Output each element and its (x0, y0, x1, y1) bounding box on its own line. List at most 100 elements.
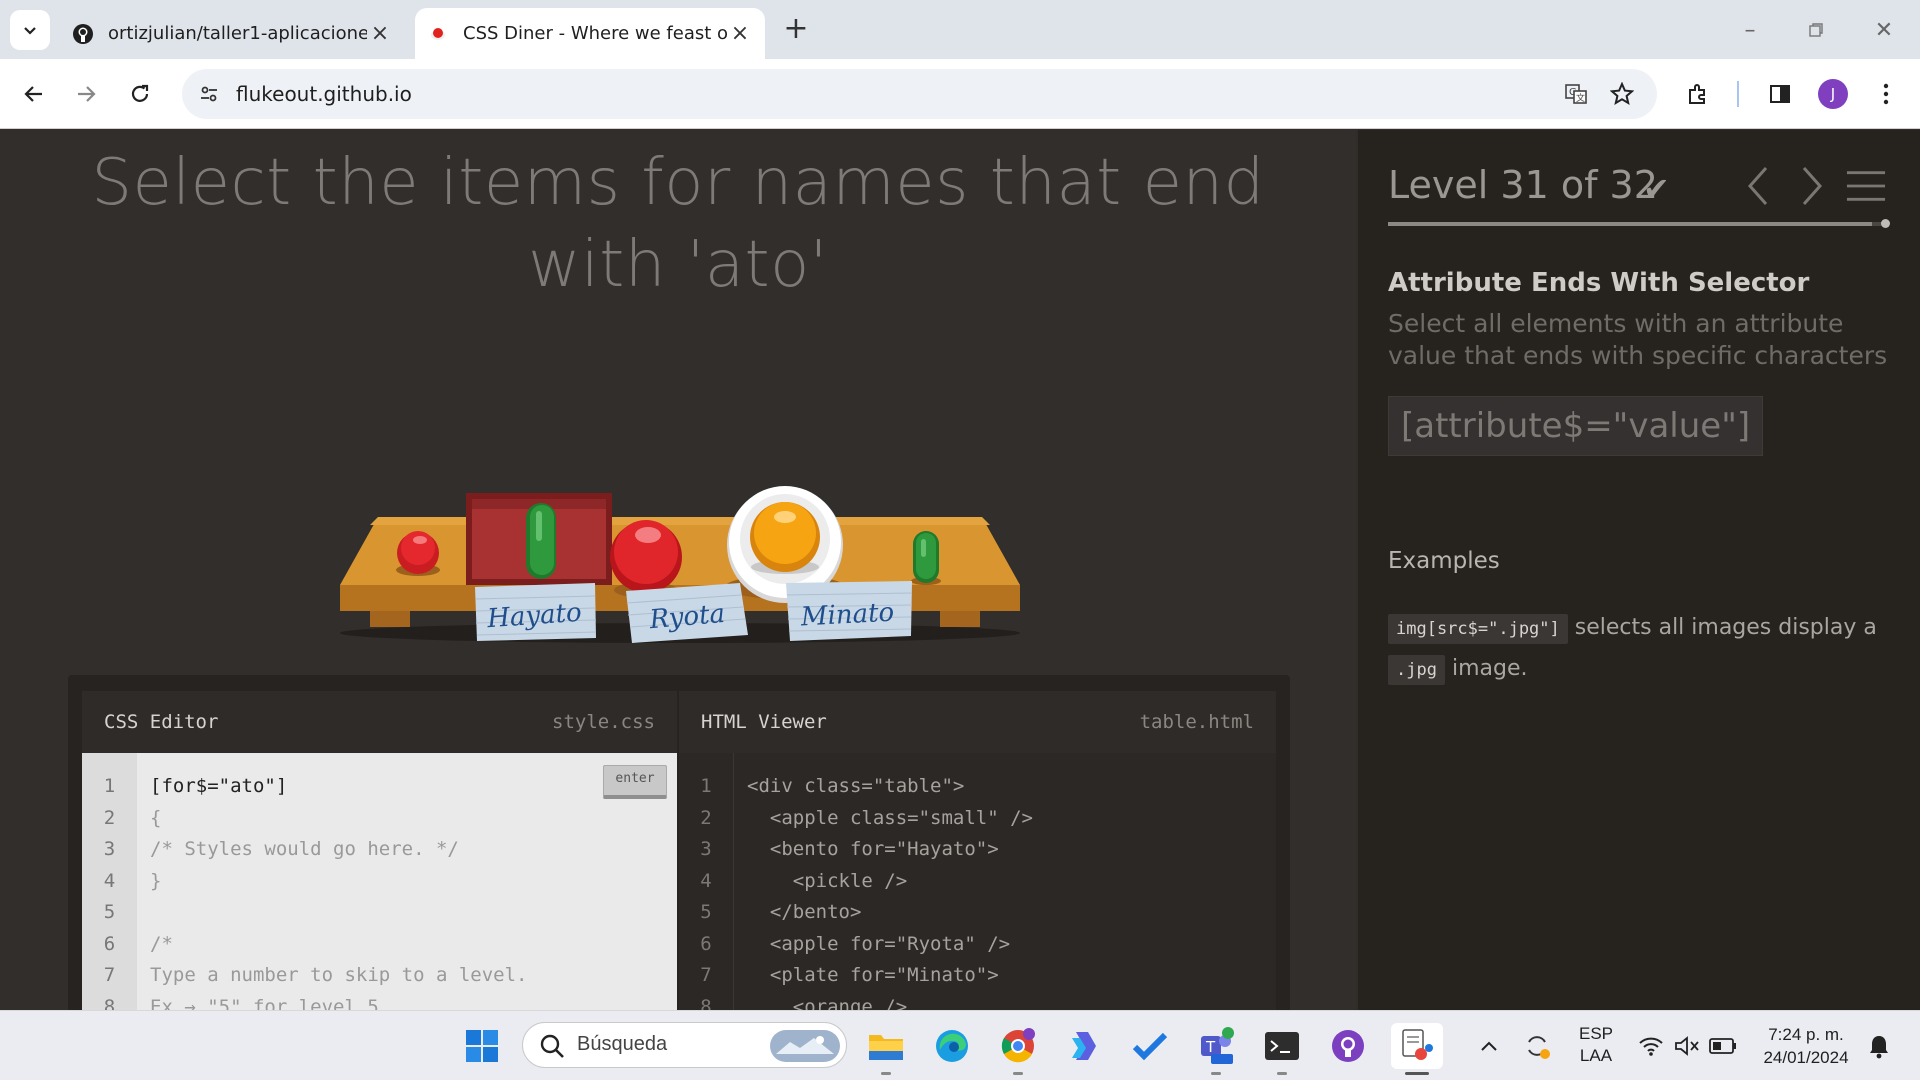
windows-start-icon[interactable] (459, 1023, 505, 1069)
next-level-icon[interactable] (1792, 164, 1832, 208)
name-card-ryota: Ryota (626, 583, 748, 643)
language-code: ESP (1578, 1024, 1614, 1043)
css-diner-page: Select the items for names that end with… (0, 130, 1920, 1010)
html-viewer-header: HTML Viewer table.html (679, 691, 1276, 753)
line-number: 4 (700, 869, 712, 892)
chrome-icon[interactable] (995, 1023, 1041, 1075)
clock[interactable]: 7:24 p. m. 24/01/2024 (1748, 1023, 1864, 1069)
tab-search-button[interactable] (10, 10, 50, 50)
tab-title: CSS Diner - Where we feast on CSS (463, 23, 727, 44)
site-settings-icon[interactable] (196, 81, 222, 107)
notification-bell-icon[interactable] (1856, 1023, 1902, 1069)
html-markup[interactable]: <div class="table"> <apple class="small"… (734, 753, 1276, 1010)
tab-github[interactable]: ortizjulian/taller1-aplicaciones × (60, 8, 405, 59)
address-bar[interactable]: flukeout.github.io G文 (182, 69, 1657, 119)
code-editor: CSS Editor style.css 1 2 3 4 5 6 7 8 [for$="ato… (68, 675, 1290, 1010)
line-number: 3 (700, 838, 712, 860)
html-code-line: <apple for="Ryota" /> (747, 932, 1011, 955)
translate-icon[interactable]: G文 (1562, 80, 1590, 108)
file-explorer-icon[interactable] (863, 1023, 909, 1075)
extensions-icon[interactable] (1678, 74, 1718, 114)
running-indicator (1405, 1072, 1429, 1075)
name-card-label: Minato (799, 598, 895, 633)
level-progress-bar (1388, 219, 1890, 228)
orange[interactable] (750, 502, 820, 574)
reload-icon[interactable] (120, 74, 160, 114)
table-illustration: Hayato Ryota Minato (340, 486, 1020, 643)
taskbar-search[interactable]: Búsqueda (522, 1022, 847, 1068)
close-window-icon[interactable]: ✕ (1864, 12, 1904, 48)
html-code-line: <div class="table"> (747, 775, 965, 797)
close-tab-icon[interactable]: × (727, 21, 753, 47)
selector-description: Select all elements with an attribute va… (1388, 309, 1888, 370)
css-code-line: /* Styles would go here. */ (150, 838, 459, 860)
html-viewer-body: 1 2 3 4 5 6 7 8 <div class="table"> <apple clas… (679, 753, 1276, 1010)
close-tab-icon[interactable]: × (367, 21, 393, 47)
enter-button[interactable]: enter (603, 765, 667, 799)
css-editor-header: CSS Editor style.css (82, 691, 677, 753)
github-desktop-icon[interactable] (1325, 1023, 1371, 1069)
windows-taskbar: Búsqueda T ESP LAA 7:24 p. m. 24/01/2024 (0, 1010, 1920, 1080)
line-number: 7 (103, 964, 116, 986)
forward-icon[interactable] (66, 74, 106, 114)
html-code-line: <bento for="Hayato"> (747, 838, 999, 860)
tab-css-diner[interactable]: CSS Diner - Where we feast on CSS × (415, 8, 765, 59)
todo-icon[interactable] (1127, 1023, 1173, 1069)
minimize-icon[interactable]: – (1730, 12, 1770, 48)
css-editor-title: CSS Editor (104, 711, 219, 733)
pickle[interactable] (526, 503, 556, 579)
line-number: 4 (103, 869, 116, 892)
copilot-icon[interactable] (1061, 1023, 1107, 1069)
back-icon[interactable] (14, 74, 54, 114)
bento-box[interactable] (466, 493, 612, 585)
level-menu-icon[interactable] (1846, 164, 1886, 208)
url-text[interactable]: flukeout.github.io (236, 82, 412, 106)
terminal-icon[interactable] (1259, 1023, 1305, 1075)
search-icon (540, 1034, 564, 1058)
css-code-line: { (150, 806, 162, 829)
line-number: 8 (700, 995, 712, 1011)
sync-icon[interactable] (1514, 1023, 1560, 1069)
apple[interactable] (610, 520, 682, 598)
svg-text:T: T (1205, 1038, 1216, 1056)
running-indicator (1277, 1072, 1287, 1075)
teams-icon[interactable]: T (1193, 1023, 1239, 1075)
level-progress-marker (1881, 219, 1890, 228)
side-panel-icon[interactable] (1760, 74, 1800, 114)
level-progress-fill (1388, 222, 1873, 226)
running-indicator (1013, 1072, 1023, 1075)
chrome-menu-icon[interactable] (1866, 74, 1906, 114)
example-code: .jpg (1388, 655, 1445, 685)
css-code-line: } (150, 869, 162, 892)
css-input[interactable]: [for$="ato"] { /* Styles would go here. */… (137, 753, 677, 1010)
language-indicator[interactable]: ESP LAA (1568, 1023, 1624, 1067)
css-line-numbers: 1 2 3 4 5 6 7 8 (82, 753, 137, 1010)
chevron-up-icon[interactable] (1466, 1023, 1512, 1069)
restore-icon[interactable] (1796, 12, 1836, 48)
browser-tab-strip: ortizjulian/taller1-aplicaciones × CSS D… (0, 0, 1920, 59)
battery-icon[interactable] (1700, 1023, 1746, 1069)
line-number: 5 (700, 901, 712, 923)
browser-toolbar: flukeout.github.io G文 (0, 59, 1920, 129)
pickle-small[interactable] (911, 531, 941, 585)
name-card-hayato: Hayato (475, 583, 597, 641)
html-code-line: <pickle /> (747, 869, 908, 892)
toolbar-divider (1737, 81, 1739, 107)
css-code-line: Ex → "5" for level 5 (150, 995, 379, 1011)
name-card-minato: Minato (786, 581, 913, 641)
github-icon (72, 23, 94, 45)
line-number: 3 (103, 838, 116, 860)
running-indicator (881, 1072, 891, 1075)
edge-icon[interactable] (929, 1023, 975, 1069)
css-input-line[interactable]: [for$="ato"] (150, 771, 677, 803)
keyboard-layout: LAA (1579, 1046, 1613, 1065)
clock-time: 7:24 p. m. (1768, 1025, 1844, 1044)
new-tab-button[interactable]: + (780, 14, 812, 46)
snipping-tool-icon[interactable] (1391, 1023, 1443, 1075)
search-placeholder: Búsqueda (577, 1033, 668, 1055)
profile-avatar[interactable]: J (1818, 79, 1848, 109)
bookmark-star-icon[interactable] (1608, 80, 1636, 108)
line-number: 7 (700, 964, 712, 986)
css-code-line: /* (150, 932, 173, 955)
previous-level-icon[interactable] (1738, 164, 1778, 208)
